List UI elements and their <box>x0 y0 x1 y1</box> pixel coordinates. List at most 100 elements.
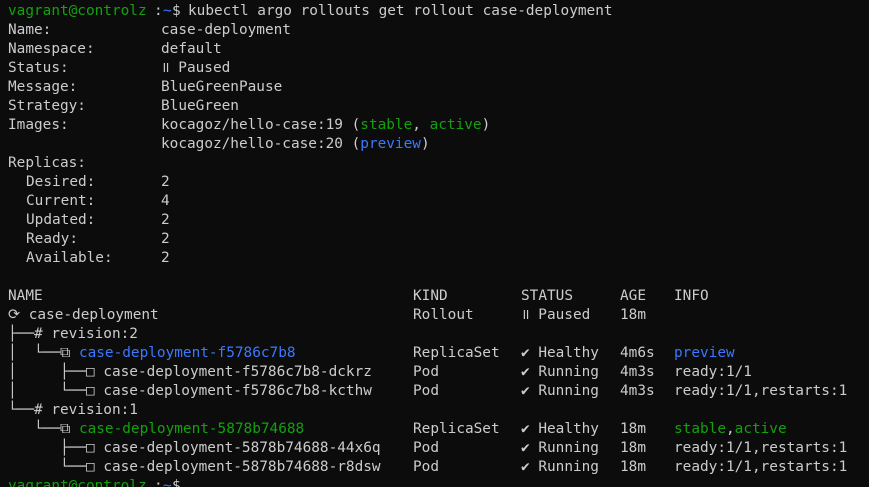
current-value: 4 <box>161 193 170 209</box>
row-status: ✔ Healthy <box>521 345 599 361</box>
tree-prefix: └──⧉ case-deployment-5878b74688 <box>8 420 304 439</box>
row-info: ready:1/1 <box>674 364 752 380</box>
image2-open: ( <box>342 136 361 152</box>
replicaset-tree-icon: └──⧉ <box>8 421 79 437</box>
row-kind: Rollout <box>413 307 474 323</box>
summary-status-row: Status: ॥ Paused <box>8 59 230 78</box>
tree-prefix: ⟳ case-deployment <box>8 306 159 325</box>
replicas-desired-row: Desired: 2 <box>8 173 170 192</box>
updated-label: Updated: <box>26 212 96 228</box>
row-info: preview <box>674 345 735 361</box>
row-name: case-deployment <box>28 307 159 323</box>
next-prompt-line[interactable]: vagrant@controlz : ~ $ <box>8 477 181 487</box>
row-kind: ReplicaSet <box>413 345 500 361</box>
table-row: └──⧉ case-deployment-5878b74688 ReplicaS… <box>8 420 787 439</box>
row-info: stable,active <box>674 420 787 439</box>
prompt2-user-host: vagrant@controlz <box>8 478 147 487</box>
table-row: │ └──□ case-deployment-f5786c7b8-kcthw P… <box>8 382 847 401</box>
pod-tree-icon: │ ├──□ <box>8 364 104 380</box>
row-name: case-deployment-f5786c7b8-dckrz <box>103 364 372 380</box>
name-value: case-deployment <box>161 22 291 38</box>
updated-value: 2 <box>161 212 170 228</box>
message-value: BlueGreenPause <box>161 79 283 95</box>
row-age: 18m <box>620 307 646 323</box>
desired-label: Desired: <box>26 174 96 190</box>
row-age: 4m3s <box>620 383 655 399</box>
header-age: AGE <box>620 288 646 304</box>
summary-message-row: Message: BlueGreenPause <box>8 78 282 97</box>
info-active: active <box>734 421 787 437</box>
row-kind: Pod <box>413 459 439 475</box>
table-header-row: NAME KIND STATUS AGE INFO <box>8 287 709 306</box>
prompt-separator: : <box>154 3 163 19</box>
status-value: ॥ Paused <box>161 60 231 76</box>
images-label: Images: <box>8 117 69 133</box>
prompt-path: ~ <box>163 3 172 19</box>
terminal-window[interactable]: vagrant@controlz : ~ $ kubectl argo roll… <box>0 0 869 487</box>
namespace-label: Namespace: <box>8 41 95 57</box>
row-info: ready:1/1,restarts:1 <box>674 459 848 475</box>
row-status: ✔ Running <box>521 383 599 399</box>
tree-prefix: │ └──⧉ case-deployment-f5786c7b8 <box>8 344 296 363</box>
row-kind: ReplicaSet <box>413 421 500 437</box>
tree-prefix: └──# revision:1 <box>8 401 138 420</box>
header-name: NAME <box>8 288 43 304</box>
row-kind: Pod <box>413 383 439 399</box>
replicas-current-row: Current: 4 <box>8 192 170 211</box>
row-status: ✔ Running <box>521 459 599 475</box>
ready-value: 2 <box>161 231 170 247</box>
table-row: ├──□ case-deployment-5878b74688-44x6q Po… <box>8 439 847 458</box>
summary-namespace-row: Namespace: default <box>8 40 222 59</box>
prompt2-path: ~ <box>163 478 172 487</box>
summary-images-row-2: kocagoz/hello-case:20 (preview) <box>8 135 430 154</box>
table-row: └──□ case-deployment-5878b74688-r8dsw Po… <box>8 458 847 477</box>
row-name: case-deployment-5878b74688 <box>78 421 305 437</box>
available-label: Available: <box>26 250 113 266</box>
image1-tag-active: active <box>429 117 482 133</box>
prompt-user-host: vagrant@controlz <box>8 3 147 19</box>
summary-name-row: Name: case-deployment <box>8 21 291 40</box>
table-row: ├──# revision:2 <box>8 325 138 344</box>
ready-label: Ready: <box>26 231 78 247</box>
command-text: kubectl argo rollouts get rollout case-d… <box>188 3 613 19</box>
table-row: │ ├──□ case-deployment-f5786c7b8-dckrz P… <box>8 363 752 382</box>
name-label: Name: <box>8 22 52 38</box>
strategy-value: BlueGreen <box>161 98 239 114</box>
row-age: 18m <box>620 459 646 475</box>
image1-tag-stable: stable <box>360 117 413 133</box>
pod-tree-icon: └──□ <box>8 459 104 475</box>
status-label: Status: <box>8 60 69 76</box>
replicas-title-row: Replicas: <box>8 154 86 173</box>
tree-prefix: ├──# revision:2 <box>8 325 138 344</box>
message-label: Message: <box>8 79 78 95</box>
tree-prefix: └──□ case-deployment-5878b74688-r8dsw <box>8 458 381 477</box>
replicas-ready-row: Ready: 2 <box>8 230 170 249</box>
tree-prefix: │ └──□ case-deployment-f5786c7b8-kcthw <box>8 382 372 401</box>
prompt-symbol: $ <box>172 3 181 19</box>
summary-strategy-row: Strategy: BlueGreen <box>8 97 239 116</box>
available-value: 2 <box>161 250 170 266</box>
row-name: case-deployment-5878b74688-r8dsw <box>103 459 381 475</box>
image1-close: ) <box>481 117 491 133</box>
rollout-icon: ⟳ <box>8 307 29 323</box>
prompt2-symbol: $ <box>172 478 181 487</box>
replicas-updated-row: Updated: 2 <box>8 211 170 230</box>
image2-name: kocagoz/hello-case:20 <box>161 136 343 152</box>
row-status: ॥ Paused <box>521 307 591 323</box>
row-status: ✔ Healthy <box>521 421 599 437</box>
row-name: revision:1 <box>51 402 138 418</box>
table-row: ⟳ case-deployment Rollout ॥ Paused 18m <box>8 306 646 325</box>
info-stable: stable <box>674 421 726 437</box>
image1-open: ( <box>342 117 361 133</box>
row-kind: Pod <box>413 440 439 456</box>
pod-tree-icon: ├──□ <box>8 440 104 456</box>
row-age: 18m <box>620 440 646 456</box>
desired-value: 2 <box>161 174 170 190</box>
row-age: 4m6s <box>620 345 655 361</box>
image1-comma: , <box>412 117 430 133</box>
image2-line: kocagoz/hello-case:20 (preview) <box>161 135 430 154</box>
tree-prefix: │ ├──□ case-deployment-f5786c7b8-dckrz <box>8 363 372 382</box>
row-name: case-deployment-f5786c7b8-kcthw <box>103 383 372 399</box>
prompt2-separator: : <box>154 478 163 487</box>
row-name: case-deployment-5878b74688-44x6q <box>103 440 381 456</box>
